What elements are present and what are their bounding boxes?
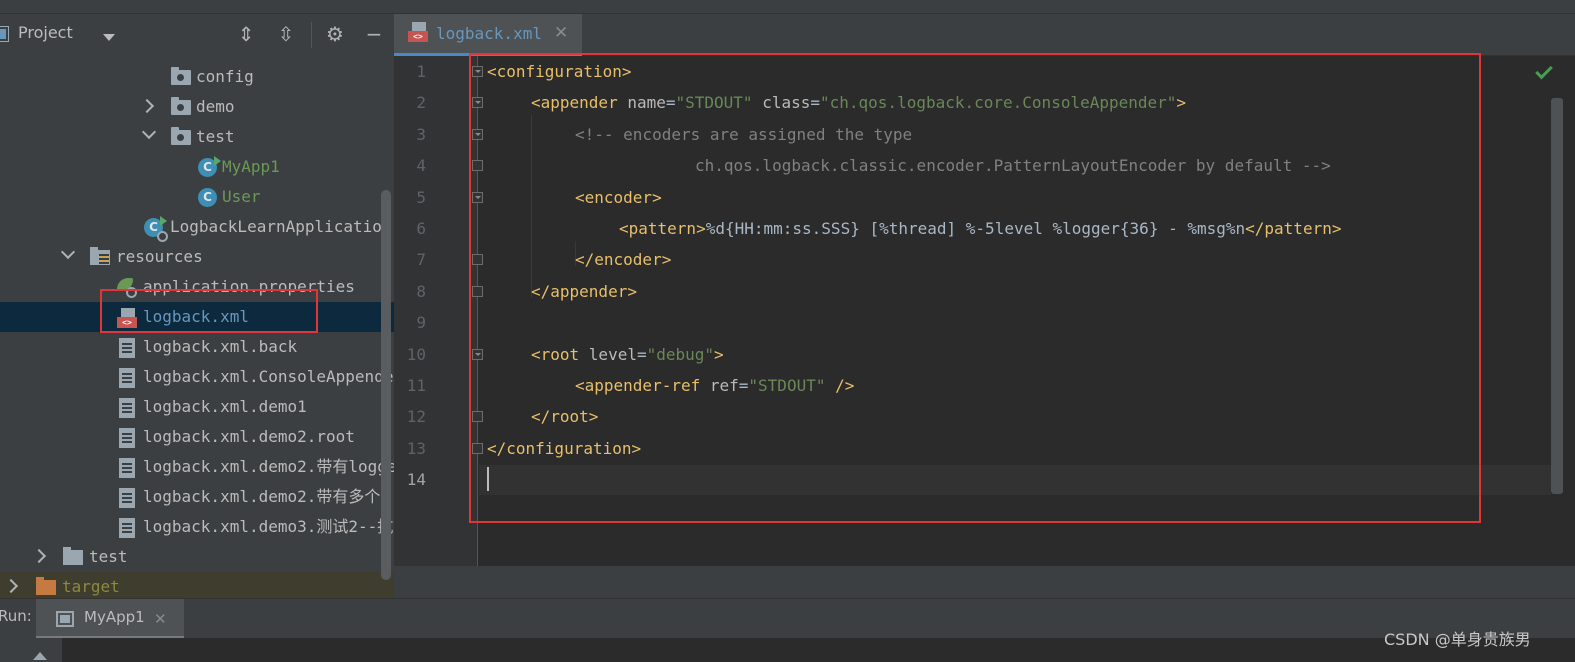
class-run-icon: C — [198, 156, 221, 177]
text-file-icon — [119, 518, 135, 538]
chevron-right-icon[interactable] — [3, 578, 19, 594]
arrow-up-icon[interactable] — [33, 652, 47, 660]
chevron-down-icon[interactable] — [60, 244, 76, 260]
line-number: 5 — [416, 187, 426, 207]
line-number: 9 — [416, 313, 426, 333]
text-file-icon — [119, 458, 135, 478]
chevron-right-icon[interactable] — [139, 98, 155, 114]
tree-item-label: logback.xml.demo1 — [143, 397, 307, 416]
close-icon[interactable]: ✕ — [554, 23, 568, 43]
editor-bottom-area — [394, 566, 1575, 598]
tree-item-label: resources — [116, 247, 203, 266]
tree-item-logback-xml-demo3[interactable]: logback.xml.demo3.测试2--抗 — [0, 512, 394, 542]
line-number: 12 — [406, 407, 426, 427]
tree-item-logback-xml-demo2-root[interactable]: logback.xml.demo2.root — [0, 422, 394, 452]
resources-folder-icon — [90, 247, 110, 265]
package-folder-icon — [171, 67, 191, 85]
tree-item-test-package[interactable]: test — [0, 122, 394, 152]
class-icon: C — [198, 188, 217, 207]
line-number: 2 — [416, 93, 426, 113]
tree-item-label: logback.xml.back — [143, 337, 298, 356]
project-scrollbar[interactable] — [381, 190, 391, 580]
excluded-folder-icon — [36, 577, 56, 595]
tree-item-logback-learn-application[interactable]: C LogbackLearnApplication — [0, 212, 394, 242]
tree-item-label: demo — [196, 97, 235, 116]
tree-item-label: config — [196, 67, 254, 86]
top-toolbar — [0, 0, 1575, 14]
folder-icon — [63, 547, 83, 565]
tree-item-resources[interactable]: resources — [0, 242, 394, 272]
expand-all-icon[interactable]: ⇕ — [234, 22, 258, 46]
project-icon — [0, 27, 8, 41]
run-toolbar — [0, 638, 62, 662]
run-tab-myapp1[interactable]: MyApp1 ✕ — [36, 599, 184, 639]
text-file-icon — [119, 428, 135, 448]
tree-item-logback-xml-demo1[interactable]: logback.xml.demo1 — [0, 392, 394, 422]
spring-boot-class-icon: C — [144, 216, 168, 242]
tree-item-demo[interactable]: demo — [0, 92, 394, 122]
gear-icon[interactable]: ⚙ — [323, 22, 347, 46]
tree-item-logback-xml-demo2-logger[interactable]: logback.xml.demo2.带有logger — [0, 452, 394, 482]
line-number: 13 — [406, 438, 426, 458]
text-file-icon — [119, 488, 135, 508]
tree-item-label: logback.xml.demo2.root — [143, 427, 355, 446]
xml-file-icon: <> — [408, 22, 428, 42]
tree-item-label: target — [62, 577, 120, 596]
minimize-icon[interactable]: − — [362, 22, 386, 46]
tree-item-label: MyApp1 — [222, 157, 280, 176]
header-divider — [311, 22, 312, 48]
line-number: 11 — [406, 376, 426, 395]
tree-item-logback-xml-back[interactable]: logback.xml.back — [0, 332, 394, 362]
tree-item-user[interactable]: C User — [0, 182, 394, 212]
editor-scrollbar[interactable] — [1551, 98, 1563, 494]
editor-tab-bar: <> logback.xml ✕ — [394, 14, 1575, 56]
tree-item-label: User — [222, 187, 261, 206]
tree-item-logback-xml-demo2-multi[interactable]: logback.xml.demo2.带有多个 — [0, 482, 394, 512]
close-icon[interactable]: ✕ — [154, 610, 167, 628]
run-console[interactable] — [0, 638, 1575, 662]
highlight-box-logback-xml — [100, 289, 318, 333]
text-file-icon — [119, 368, 135, 388]
tree-item-label: logback.xml.demo2.带有logger — [143, 457, 394, 476]
tree-item-label: test — [196, 127, 235, 146]
text-file-icon — [119, 398, 135, 418]
console-icon — [56, 611, 74, 627]
project-panel-title[interactable]: Project — [18, 23, 73, 42]
chevron-down-icon[interactable] — [103, 34, 115, 41]
package-folder-icon — [171, 127, 191, 145]
line-number: 10 — [406, 344, 426, 364]
text-file-icon — [119, 338, 135, 358]
line-number: 1 — [416, 62, 426, 81]
tree-item-target[interactable]: target — [0, 572, 394, 598]
project-panel-header: Project ⇕ ⇳ ⚙ − — [0, 14, 394, 54]
tree-item-label: LogbackLearnApplication — [170, 217, 392, 236]
line-number: 14 — [406, 470, 426, 490]
collapse-all-icon[interactable]: ⇳ — [274, 22, 298, 46]
line-number: 6 — [416, 219, 426, 238]
line-number: 4 — [416, 156, 426, 176]
tab-label: logback.xml — [436, 24, 542, 43]
tree-item-logback-xml-consoleappender[interactable]: logback.xml.ConsoleAppender — [0, 362, 394, 392]
tree-item-label: logback.xml.demo2.带有多个 — [143, 487, 381, 506]
chevron-down-icon[interactable] — [141, 124, 157, 140]
watermark: CSDN @单身贵族男 — [1384, 630, 1531, 649]
run-panel-bar: Run: MyApp1 ✕ — [0, 598, 1575, 639]
tree-item-test-folder[interactable]: test — [0, 542, 394, 572]
tab-logback-xml[interactable]: <> logback.xml ✕ — [394, 14, 582, 56]
tree-item-label: logback.xml.ConsoleAppender — [143, 367, 394, 386]
tree-item-config[interactable]: config — [0, 62, 394, 92]
run-tab-label: MyApp1 — [84, 608, 145, 626]
line-number: 8 — [416, 281, 426, 301]
chevron-right-icon[interactable] — [31, 548, 47, 564]
package-folder-icon — [171, 97, 191, 115]
tree-item-myapp1[interactable]: C MyApp1 — [0, 152, 394, 182]
line-number: 3 — [416, 124, 426, 144]
tree-item-label: test — [89, 547, 128, 566]
run-label: Run: — [0, 607, 32, 625]
line-number: 7 — [416, 250, 426, 270]
highlight-box-code — [469, 53, 1481, 523]
tree-item-label: logback.xml.demo3.测试2--抗 — [143, 517, 394, 536]
